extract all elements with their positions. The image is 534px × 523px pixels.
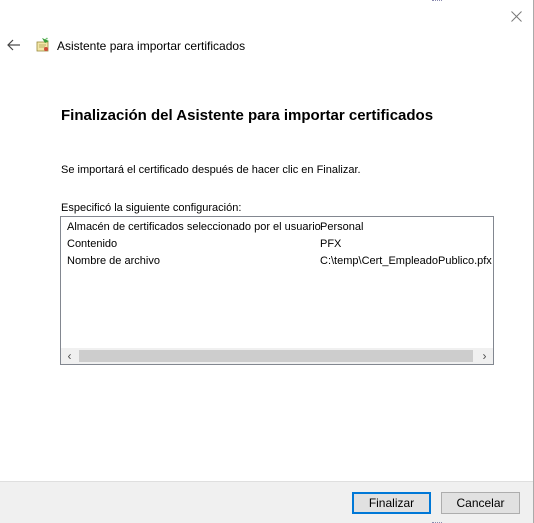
close-button[interactable] xyxy=(505,6,527,26)
page-heading: Finalización del Asistente para importar… xyxy=(61,107,434,124)
wizard-title: Asistente para importar certificados xyxy=(57,39,246,53)
setting-value: C:\temp\Cert_EmpleadoPublico.pfx xyxy=(320,255,492,267)
configuration-label: Especificó la siguiente configuración: xyxy=(61,202,242,214)
scroll-left-button[interactable]: ‹ xyxy=(61,348,78,364)
setting-value: Personal xyxy=(320,221,364,233)
horizontal-scrollbar[interactable]: ‹ › xyxy=(61,348,493,364)
setting-value: PFX xyxy=(320,238,342,250)
scrollbar-thumb[interactable] xyxy=(79,350,473,362)
button-bar: Finalizar Cancelar xyxy=(0,481,533,523)
setting-key: Nombre de archivo xyxy=(67,255,160,267)
settings-row: Contenido PFX xyxy=(67,238,493,255)
settings-list[interactable]: Almacén de certificados seleccionado por… xyxy=(60,216,494,365)
back-button[interactable] xyxy=(5,36,23,54)
info-text: Se importará el certificado después de h… xyxy=(61,164,361,176)
settings-row: Nombre de archivo C:\temp\Cert_EmpleadoP… xyxy=(67,255,493,272)
certificate-wizard-icon xyxy=(36,37,49,52)
setting-key: Almacén de certificados seleccionado por… xyxy=(67,221,321,233)
back-arrow-icon xyxy=(7,39,20,51)
setting-key: Contenido xyxy=(67,238,118,250)
close-icon xyxy=(510,10,522,22)
chevron-left-icon: ‹ xyxy=(67,349,72,363)
import-certificate-wizard-window: Asistente para importar certificados Fin… xyxy=(0,0,534,523)
settings-row: Almacén de certificados seleccionado por… xyxy=(67,221,493,238)
chevron-right-icon: › xyxy=(482,349,487,363)
scroll-right-button[interactable]: › xyxy=(476,348,493,364)
settings-rows: Almacén de certificados seleccionado por… xyxy=(67,221,493,272)
cancel-button[interactable]: Cancelar xyxy=(441,492,520,514)
finish-button[interactable]: Finalizar xyxy=(352,492,431,514)
window-edge-marker xyxy=(432,0,442,3)
